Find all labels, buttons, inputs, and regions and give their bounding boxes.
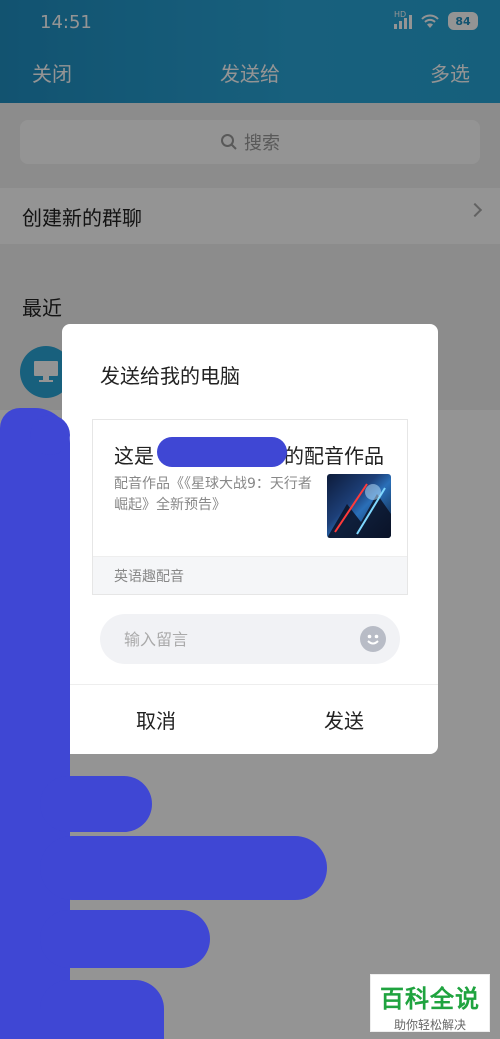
message-field-wrap <box>100 614 400 664</box>
redaction-scribble <box>40 910 210 968</box>
redaction-scribble <box>40 836 327 900</box>
redaction-scribble <box>40 980 164 1039</box>
card-title-suffix: 的配音作品 <box>284 444 384 468</box>
dialog-title: 发送给我的电脑 <box>100 364 240 388</box>
redaction-scribble <box>30 415 70 455</box>
send-button[interactable]: 发送 <box>250 685 438 754</box>
redaction-title <box>157 437 287 467</box>
watermark-subtitle: 助你轻松解决 <box>393 1018 466 1032</box>
message-input[interactable] <box>124 629 344 649</box>
send-dialog: 发送给我的电脑 这是 的配音作品 配音作品《《星球大战9：天行者崛起》全新预告》 … <box>62 324 438 754</box>
watermark-title: 百科全说 <box>380 985 480 1013</box>
cancel-button[interactable]: 取消 <box>62 685 250 754</box>
card-title-prefix: 这是 <box>114 444 154 468</box>
card-source: 英语趣配音 <box>93 556 407 594</box>
watermark-logo: 百科全说 助你轻松解决 <box>370 974 490 1032</box>
emoji-icon[interactable] <box>360 626 386 652</box>
redaction-scribble <box>40 776 152 832</box>
card-description: 配音作品《《星球大战9：天行者崛起》全新预告》 <box>114 476 312 513</box>
card-thumbnail <box>327 474 391 538</box>
